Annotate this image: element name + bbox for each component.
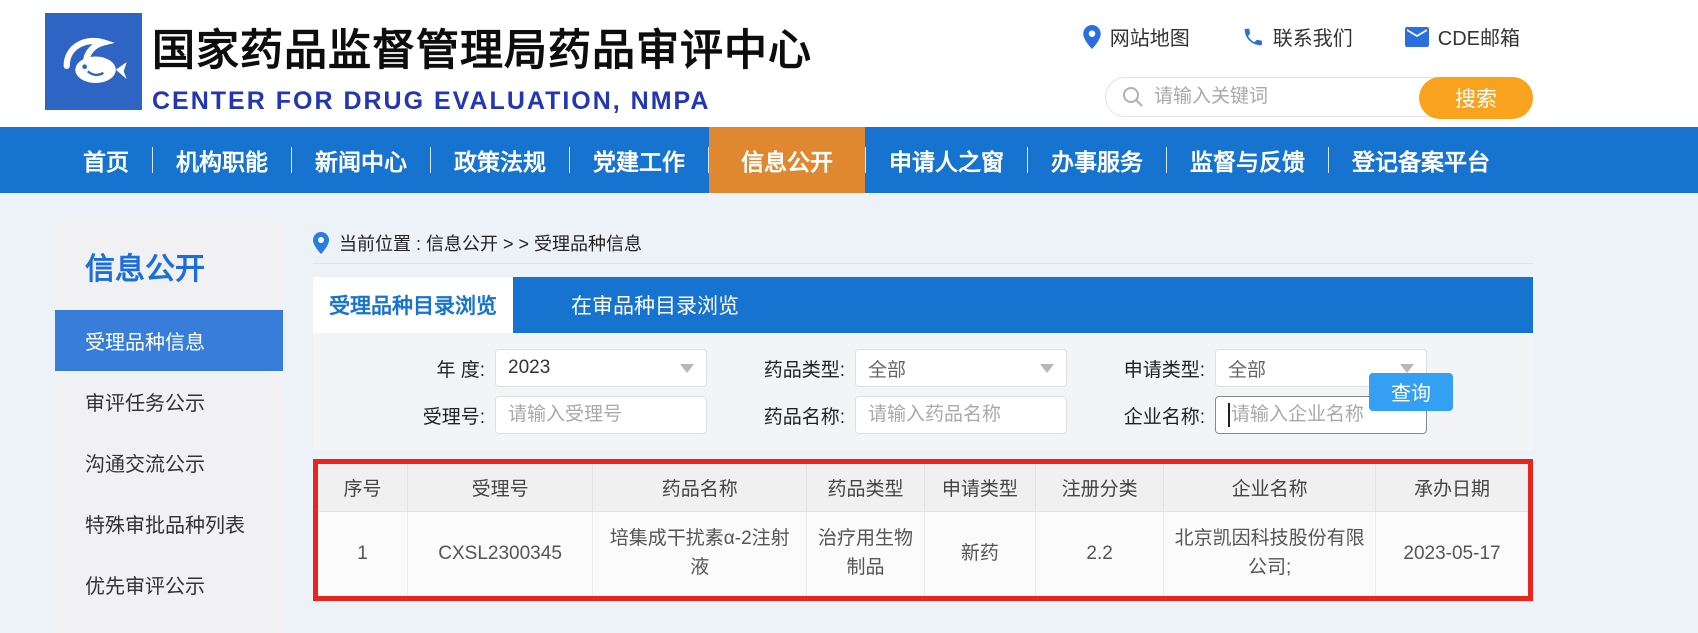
chevron-down-icon (1400, 364, 1414, 373)
breadcrumb: 当前位置 : 信息公开 > > 受理品种信息 (313, 222, 1533, 264)
col-header-company: 企业名称 (1164, 464, 1376, 511)
envelope-icon (1405, 27, 1429, 47)
cde-logo (45, 13, 142, 110)
sidebar-title: 信息公开 (55, 222, 283, 310)
site-search-bar: 搜索 (1105, 77, 1533, 117)
nav-item-news[interactable]: 新闻中心 (292, 127, 430, 193)
cell-registration-class: 2.2 (1035, 511, 1163, 596)
col-header-drug-name: 药品名称 (593, 464, 807, 511)
nav-item-party[interactable]: 党建工作 (570, 127, 708, 193)
year-select[interactable]: 2023 (495, 349, 707, 387)
sidebar-item-accepted-varieties[interactable]: 受理品种信息 (55, 310, 283, 371)
results-table: 序号 受理号 药品名称 药品类型 申请类型 注册分类 企业名称 承办日期 1 C… (318, 464, 1528, 596)
search-button[interactable]: 搜索 (1419, 77, 1533, 119)
drug-name-label: 药品名称: (735, 402, 845, 429)
contact-link[interactable]: 联系我们 (1242, 22, 1353, 51)
acceptance-no-group: 受理号: (375, 396, 707, 434)
acceptance-no-label: 受理号: (375, 402, 485, 429)
quick-links: 网站地图 联系我们 CDE邮箱 (1083, 22, 1520, 51)
results-table-highlight: 序号 受理号 药品名称 药品类型 申请类型 注册分类 企业名称 承办日期 1 C… (313, 459, 1533, 601)
nav-item-services[interactable]: 办事服务 (1028, 127, 1166, 193)
search-icon (1122, 86, 1144, 108)
cell-drug-name: 培集成干扰素α-2注射液 (593, 511, 807, 596)
drug-name-group: 药品名称: (735, 396, 1067, 434)
content: 当前位置 : 信息公开 > > 受理品种信息 受理品种目录浏览 在审品种目录浏览… (313, 222, 1533, 633)
acceptance-no-field (495, 396, 707, 434)
drug-type-value: 全部 (868, 355, 906, 382)
drug-name-input[interactable] (868, 404, 1054, 426)
cell-company: 北京凯因科技股份有限公司; (1164, 511, 1376, 596)
cell-drug-type: 治疗用生物制品 (807, 511, 924, 596)
year-filter-group: 年 度: 2023 (375, 349, 707, 387)
contact-label: 联系我们 (1273, 22, 1353, 51)
drug-type-select[interactable]: 全部 (855, 349, 1067, 387)
col-header-registration-class: 注册分类 (1035, 464, 1163, 511)
text-cursor (1228, 403, 1230, 427)
mailbox-link[interactable]: CDE邮箱 (1405, 22, 1520, 51)
site-subtitle: CENTER FOR DRUG EVALUATION, NMPA (152, 87, 812, 116)
sidebar-item-communication[interactable]: 沟通交流公示 (55, 432, 283, 493)
breadcrumb-pin-icon (313, 232, 329, 254)
nav-item-applicant-window[interactable]: 申请人之窗 (866, 127, 1027, 193)
sidebar-item-priority-review[interactable]: 优先审评公示 (55, 554, 283, 615)
apply-type-label: 申请类型: (1095, 355, 1205, 382)
filter-row-2: 受理号: 药品名称: 企业名称: (375, 396, 1533, 434)
col-header-date: 承办日期 (1375, 464, 1528, 511)
nav-item-policy[interactable]: 政策法规 (431, 127, 569, 193)
cell-index: 1 (318, 511, 408, 596)
cell-apply-type: 新药 (924, 511, 1035, 596)
col-header-acceptance-no: 受理号 (408, 464, 593, 511)
nav-item-functions[interactable]: 机构职能 (153, 127, 291, 193)
nav-item-info-disclosure[interactable]: 信息公开 (709, 127, 865, 193)
cell-acceptance-no: CXSL2300345 (408, 511, 593, 596)
breadcrumb-text: 当前位置 : 信息公开 > > 受理品种信息 (339, 230, 642, 256)
sitemap-label: 网站地图 (1110, 22, 1190, 51)
phone-icon (1242, 26, 1264, 48)
tab-under-review-catalog[interactable]: 在审品种目录浏览 (513, 277, 797, 333)
table-header-row: 序号 受理号 药品名称 药品类型 申请类型 注册分类 企业名称 承办日期 (318, 464, 1528, 511)
main-area: 信息公开 受理品种信息 审评任务公示 沟通交流公示 特殊审批品种列表 优先审评公… (0, 193, 1698, 633)
tab-bar: 受理品种目录浏览 在审品种目录浏览 (313, 277, 1533, 333)
year-value: 2023 (508, 357, 550, 379)
fish-logo-icon (55, 23, 133, 101)
nav-item-supervision[interactable]: 监督与反馈 (1167, 127, 1328, 193)
sidebar-item-special-approval[interactable]: 特殊审批品种列表 (55, 493, 283, 554)
drug-name-field (855, 396, 1067, 434)
col-header-index: 序号 (318, 464, 408, 511)
sitemap-link[interactable]: 网站地图 (1083, 22, 1190, 51)
site-titles: 国家药品监督管理局药品审评中心 CENTER FOR DRUG EVALUATI… (152, 16, 812, 116)
main-nav: 首页 机构职能 新闻中心 政策法规 党建工作 信息公开 申请人之窗 办事服务 监… (0, 127, 1698, 193)
site-title: 国家药品监督管理局药品审评中心 (152, 16, 812, 78)
company-name-label: 企业名称: (1095, 402, 1205, 429)
table-row[interactable]: 1 CXSL2300345 培集成干扰素α-2注射液 治疗用生物制品 新药 2.… (318, 511, 1528, 596)
chevron-down-icon (1040, 364, 1054, 373)
cell-date: 2023-05-17 (1375, 511, 1528, 596)
nav-item-registration-platform[interactable]: 登记备案平台 (1329, 127, 1513, 193)
sidebar: 信息公开 受理品种信息 审评任务公示 沟通交流公示 特殊审批品种列表 优先审评公… (55, 222, 283, 633)
drug-type-filter-group: 药品类型: 全部 (735, 349, 1067, 387)
year-label: 年 度: (375, 355, 485, 382)
drug-type-label: 药品类型: (735, 355, 845, 382)
col-header-drug-type: 药品类型 (807, 464, 924, 511)
tab-accepted-catalog[interactable]: 受理品种目录浏览 (313, 277, 513, 333)
nav-item-home[interactable]: 首页 (60, 127, 152, 193)
col-header-apply-type: 申请类型 (924, 464, 1035, 511)
apply-type-value: 全部 (1228, 355, 1266, 382)
top-header: 国家药品监督管理局药品审评中心 CENTER FOR DRUG EVALUATI… (0, 0, 1698, 127)
location-pin-icon (1083, 25, 1101, 49)
query-button[interactable]: 查询 (1369, 373, 1453, 411)
filter-row-1: 年 度: 2023 药品类型: 全部 申请类型: 全部 (375, 349, 1533, 387)
filter-panel: 年 度: 2023 药品类型: 全部 申请类型: 全部 (313, 333, 1533, 450)
acceptance-no-input[interactable] (508, 404, 694, 426)
chevron-down-icon (680, 364, 694, 373)
mailbox-label: CDE邮箱 (1438, 22, 1520, 51)
sidebar-item-review-tasks[interactable]: 审评任务公示 (55, 371, 283, 432)
